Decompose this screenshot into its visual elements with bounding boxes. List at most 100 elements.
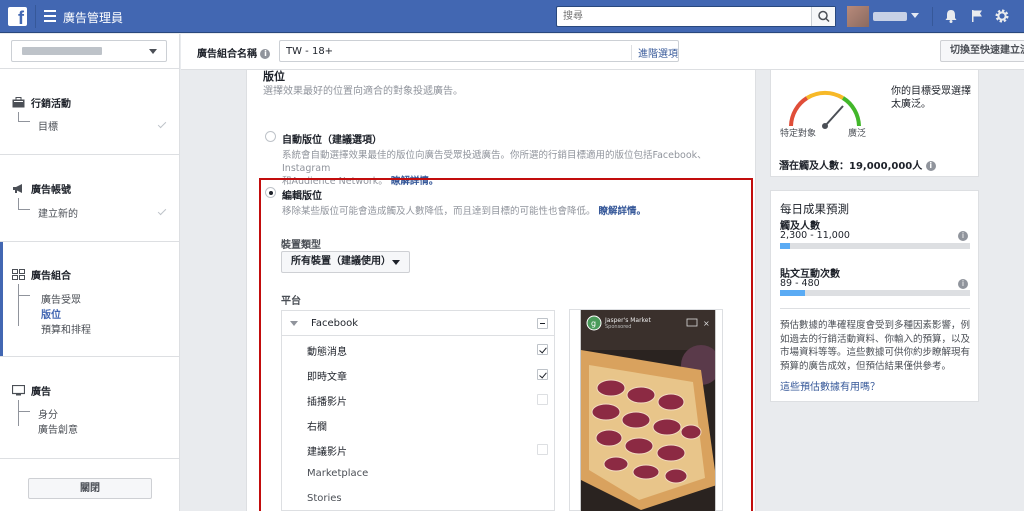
topbar-divider [932, 7, 933, 26]
preview-page-name: Jasper's Market [605, 317, 651, 324]
monitor-icon [12, 385, 25, 396]
story-preview-image: g × Jasper's Market Sponsored [580, 310, 716, 511]
sidebar-item-audience[interactable]: 廣告受眾 [41, 291, 81, 306]
in-stream-videos-checkbox[interactable] [537, 394, 548, 405]
placement-item-in-stream-videos[interactable]: 插播影片 [307, 393, 347, 408]
ad-set-name-text: 廣告組合名稱 [197, 49, 257, 60]
sidebar-section-ad-set[interactable]: 廣告組合 [12, 267, 71, 282]
topbar-divider [35, 5, 36, 28]
sidebar-section-label: 廣告組合 [31, 271, 71, 282]
platforms-label: 平台 [281, 296, 301, 307]
checkmark-icon [157, 119, 167, 129]
reach-bar [780, 243, 970, 249]
briefcase-icon [12, 97, 25, 108]
placement-item-marketplace[interactable]: Marketplace [307, 468, 368, 479]
fig-tart-photo: g × [581, 310, 715, 511]
placement-item-news-feed[interactable]: 動態消息 [307, 343, 347, 358]
facebook-select-all-checkbox[interactable] [537, 318, 548, 329]
gauge-broad-label: 廣泛 [848, 129, 867, 139]
divider [780, 308, 970, 309]
divider [0, 458, 180, 459]
estimates-helpful-link[interactable]: 這些預估數據有用嗎？ [780, 378, 880, 393]
placement-item-suggested-videos[interactable]: 建議影片 [307, 443, 347, 458]
gauge-specific-label: 特定對象 [780, 129, 817, 139]
quick-create-button[interactable]: 切換至快速建立流程 [940, 40, 1024, 62]
svg-text:×: × [703, 319, 710, 328]
divider [0, 68, 180, 69]
engagement-bar-fill [780, 290, 805, 296]
platform-name: Facebook [311, 318, 358, 329]
info-icon[interactable]: i [958, 279, 968, 289]
bell-icon[interactable] [943, 8, 959, 24]
sidebar-section-ad-account[interactable]: 廣告帳號 [12, 181, 71, 196]
tree-connector [18, 198, 30, 210]
news-feed-checkbox[interactable] [537, 344, 548, 355]
flag-icon[interactable] [969, 8, 985, 24]
suggested-videos-checkbox[interactable] [537, 444, 548, 455]
search-button[interactable] [811, 7, 835, 26]
ad-set-name-bar: 廣告組合名稱 i 進階選項 切換至快速建立流程 [181, 34, 1024, 70]
audience-summary: 你的目標受眾選擇太廣泛。 [891, 86, 971, 110]
sidebar-item-budget-schedule[interactable]: 預算和排程 [41, 321, 91, 336]
platform-list: Facebook 動態消息 即時文章 插播影片 右欄 建議影片 Marketpl… [281, 310, 555, 511]
ad-account-select[interactable] [11, 40, 167, 62]
placement-item-stories[interactable]: Stories [307, 493, 342, 504]
info-icon[interactable]: i [260, 49, 271, 59]
tree-connector [18, 284, 30, 296]
tree-connector [18, 412, 30, 426]
device-types-label: 裝置類型 [281, 240, 321, 251]
learn-more-link[interactable]: 瞭解詳情。 [599, 206, 647, 217]
device-type-dropdown[interactable]: 所有裝置（建議使用） [281, 251, 410, 273]
estimate-disclaimer: 預估數據的準確程度會受到多種因素影響，例如過去的行銷活動資料、你輸入的預算，以及… [780, 320, 971, 372]
sidebar-section-label: 廣告帳號 [31, 185, 71, 196]
sidebar-section-ad[interactable]: 廣告 [12, 383, 51, 398]
auto-placements-title[interactable]: 自動版位（建議選項） [282, 131, 382, 146]
info-icon[interactable]: i [925, 161, 936, 171]
megaphone-icon [13, 184, 22, 193]
auto-placements-radio[interactable] [265, 131, 276, 142]
audience-definition-panel: 特定對象 廣泛 你的目標受眾選擇太廣泛。 潛在觸及人數：19,000,000人 … [770, 70, 979, 177]
gear-icon[interactable] [994, 8, 1010, 24]
edit-placements-title[interactable]: 編輯版位 [282, 187, 322, 202]
chevron-down-icon [149, 49, 157, 54]
account-name-redacted [22, 47, 102, 55]
device-type-value: 所有裝置（建議使用） [291, 256, 391, 267]
chevron-down-icon[interactable] [290, 321, 298, 326]
divider [0, 241, 180, 242]
engagement-bar [780, 290, 970, 296]
placement-item-right-column[interactable]: 右欄 [307, 418, 327, 433]
instant-articles-checkbox[interactable] [537, 369, 548, 380]
platform-header-facebook[interactable]: Facebook [282, 311, 554, 336]
sidebar-item-objective[interactable]: 目標 [38, 118, 58, 133]
sidebar-section-campaign[interactable]: 行銷活動 [12, 95, 71, 110]
account-switcher[interactable] [847, 6, 927, 27]
sidebar-item-identity[interactable]: 身分 [38, 406, 58, 421]
facebook-logo-icon[interactable]: f [8, 7, 27, 26]
potential-reach-text: 潛在觸及人數：19,000,000人 [779, 161, 923, 172]
reach-value: 2,300 - 11,000 [780, 230, 850, 241]
advanced-options-link[interactable]: 進階選項 [631, 45, 678, 60]
top-navigation-bar: f 廣告管理員 [0, 0, 1024, 33]
edit-placements-radio[interactable] [265, 187, 276, 198]
ad-set-name-input[interactable] [279, 40, 679, 62]
tree-connector [18, 400, 30, 412]
sidebar-item-create-new[interactable]: 建立新的 [38, 205, 78, 220]
search-input[interactable] [557, 7, 811, 26]
sidebar-item-ad-creative[interactable]: 廣告創意 [38, 421, 78, 436]
grid-icon [12, 269, 25, 280]
tree-connector [18, 112, 30, 122]
active-section-indicator [0, 242, 3, 356]
edit-desc-text: 移除某些版位可能會造成觸及人數降低，而且達到目標的可能性也會降低。 [282, 206, 596, 217]
sidebar-item-placements[interactable]: 版位 [41, 306, 61, 321]
chevron-down-icon [911, 13, 919, 18]
app-title[interactable]: 廣告管理員 [63, 9, 123, 26]
ad-set-name-label: 廣告組合名稱 i [197, 45, 271, 60]
close-button[interactable]: 關閉 [28, 478, 152, 499]
reach-bar-fill [780, 243, 790, 249]
daily-results-title: 每日成果預測 [780, 202, 849, 216]
placement-item-instant-articles[interactable]: 即時文章 [307, 368, 347, 383]
avatar [847, 6, 869, 27]
menu-icon[interactable] [44, 10, 56, 22]
info-icon[interactable]: i [958, 231, 968, 241]
potential-reach: 潛在觸及人數：19,000,000人 i [779, 157, 936, 172]
